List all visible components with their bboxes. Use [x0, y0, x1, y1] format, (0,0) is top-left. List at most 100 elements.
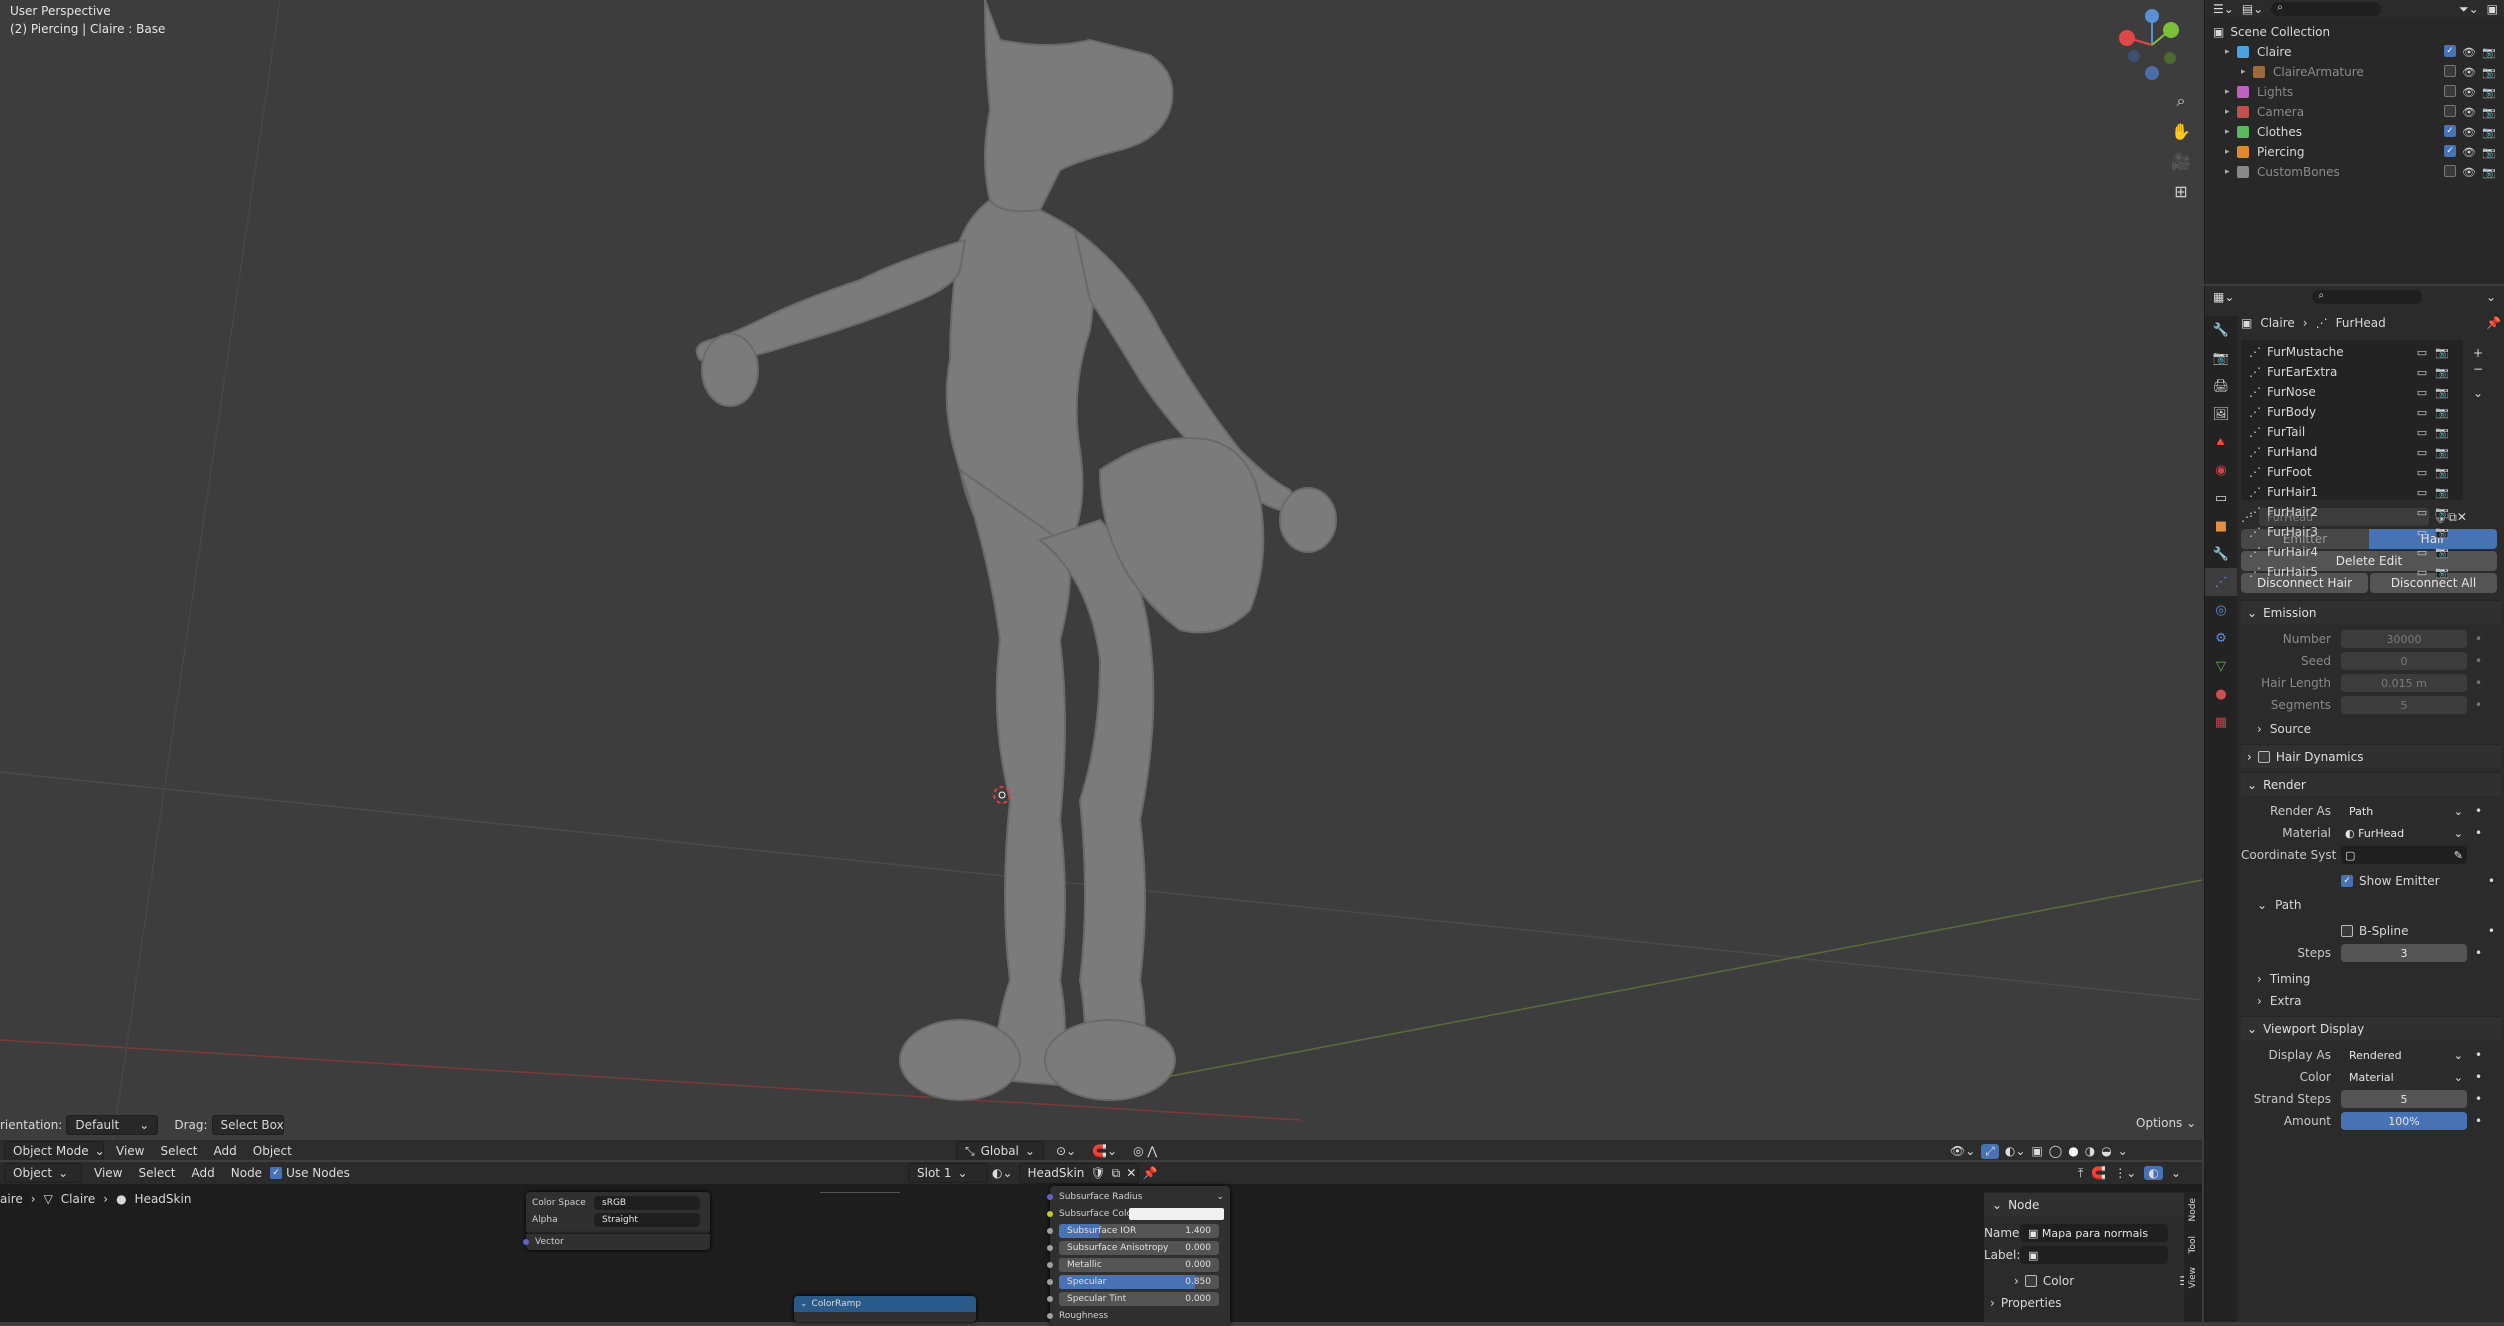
pin-icon[interactable]: 📌: [1143, 1166, 1158, 1180]
chevron-down-icon[interactable]: ⌄: [2118, 1144, 2128, 1158]
particle-system-item[interactable]: ⋰ FurHand ▭ 📷: [2241, 442, 2463, 462]
colorramp-node[interactable]: ⌄ ColorRamp: [794, 1296, 976, 1322]
emission-row-field[interactable]: 30000: [2341, 630, 2467, 648]
keyframe-dot-icon[interactable]: •: [2475, 804, 2482, 818]
include-checkbox[interactable]: [2444, 105, 2456, 117]
3d-viewport[interactable]: User Perspective (2) Piercing | Claire :…: [0, 0, 2202, 1160]
alpha-dropdown[interactable]: Straight: [594, 1212, 700, 1227]
close-icon[interactable]: ✕: [1126, 1166, 1136, 1180]
add-icon[interactable]: +: [2473, 346, 2483, 360]
display-as-dropdown[interactable]: Rendered ⌄: [2341, 1046, 2467, 1064]
outliner-item[interactable]: ▸ ClaireArmature 👁 📷: [2205, 62, 2504, 82]
menu-node[interactable]: Node: [223, 1166, 270, 1180]
disclosure-triangle-icon[interactable]: ▸: [2225, 47, 2237, 57]
particle-system-item[interactable]: ⋰ FurHair2 ▭ 📷: [2241, 502, 2463, 522]
socket[interactable]: [1047, 1210, 1053, 1217]
keyframe-dot-icon[interactable]: •: [2475, 654, 2482, 668]
menu-object[interactable]: Object: [245, 1144, 300, 1158]
viewport-display-icon[interactable]: ▭: [2415, 485, 2429, 499]
keyframe-dot-icon[interactable]: •: [2475, 632, 2482, 646]
proportional-edit-icon[interactable]: ◎ ⋀: [1125, 1144, 1165, 1158]
node-editor[interactable]: Object ⌄ View Select Add Node ✓ Use Node…: [0, 1162, 2202, 1326]
overlay-icon[interactable]: ◐⌄: [2005, 1144, 2026, 1158]
particle-system-item[interactable]: ⋰ FurFoot ▭ 📷: [2241, 462, 2463, 482]
viewport-display-icon[interactable]: ▭: [2415, 565, 2429, 579]
socket[interactable]: [1047, 1244, 1053, 1251]
options-dropdown[interactable]: Options ⌄: [2136, 1116, 2196, 1130]
particle-system-item[interactable]: ⋰ FurHair5 ▭ 📷: [2241, 562, 2463, 582]
menu-view[interactable]: View: [108, 1144, 152, 1158]
viewport-display-panel-header[interactable]: ⌄ Viewport Display: [2241, 1016, 2501, 1040]
use-nodes-checkbox[interactable]: ✓: [270, 1167, 283, 1179]
eye-icon[interactable]: 👁: [2462, 45, 2476, 59]
viewport-display-icon[interactable]: ▭: [2415, 345, 2429, 359]
emission-panel-header[interactable]: ⌄ Emission: [2241, 600, 2501, 624]
fake-user-icon[interactable]: 🛡: [1090, 1166, 1105, 1180]
viewport-display-icon[interactable]: ▭: [2415, 445, 2429, 459]
pan-hand-icon[interactable]: ✋: [2166, 116, 2196, 146]
physics-tab-icon[interactable]: ◎: [2205, 596, 2237, 624]
viewport-display-icon[interactable]: ▭: [2415, 505, 2429, 519]
editor-type-icon[interactable]: ☰⌄: [2213, 2, 2234, 16]
keyframe-dot-icon[interactable]: •: [2488, 924, 2495, 938]
visibility-icon[interactable]: 👁⌄: [1950, 1144, 1975, 1158]
outliner-item[interactable]: ▸ CustomBones 👁 📷: [2205, 162, 2504, 182]
display-mode-icon[interactable]: ▤⌄: [2242, 2, 2263, 16]
particle-system-item[interactable]: ⋰ FurHair4 ▭ 📷: [2241, 542, 2463, 562]
render-icon[interactable]: 📷: [2435, 485, 2449, 499]
chevron-down-icon[interactable]: ⌄: [2473, 386, 2483, 400]
outliner-item[interactable]: ▸ Lights 👁 📷: [2205, 82, 2504, 102]
collection-tab-icon[interactable]: ▭: [2205, 484, 2237, 512]
tab-node[interactable]: Node: [2188, 1198, 2198, 1222]
particle-system-item[interactable]: ⋰ FurEarExtra ▭ 📷: [2241, 362, 2463, 382]
hair-dynamics-panel-header[interactable]: › Hair Dynamics: [2241, 744, 2501, 768]
editor-type-icon[interactable]: ▦⌄: [2213, 290, 2234, 304]
viewport-display-icon[interactable]: ▭: [2415, 525, 2429, 539]
keyframe-dot-icon[interactable]: •: [2488, 874, 2495, 888]
menu-view[interactable]: View: [86, 1166, 130, 1180]
eye-icon[interactable]: 👁: [2462, 145, 2476, 159]
image-texture-node[interactable]: Color Space sRGB Alpha Straight: [526, 1192, 710, 1234]
menu-select[interactable]: Select: [130, 1166, 183, 1180]
disclosure-triangle-icon[interactable]: ▸: [2225, 167, 2237, 177]
eyedropper-icon[interactable]: ✎: [2454, 849, 2463, 862]
scene-collection-row[interactable]: ▣ Scene Collection: [2205, 22, 2504, 42]
include-checkbox[interactable]: [2444, 165, 2456, 177]
material-name-field[interactable]: HeadSkin 🛡 ⧉ ✕: [1018, 1162, 1139, 1184]
camera-icon[interactable]: 📷: [2482, 85, 2496, 99]
filter-icon[interactable]: ⏷⌄: [2459, 2, 2479, 17]
editor-type-dropdown[interactable]: Object ⌄: [4, 1163, 82, 1183]
menu-add[interactable]: Add: [184, 1166, 223, 1180]
color-space-dropdown[interactable]: sRGB: [594, 1195, 700, 1210]
eye-icon[interactable]: 👁: [2462, 165, 2476, 179]
keyframe-dot-icon[interactable]: •: [2475, 946, 2482, 960]
coordinate-system-field[interactable]: ▢ ✎: [2341, 846, 2467, 864]
render-icon[interactable]: 📷: [2435, 505, 2449, 519]
disclosure-triangle-icon[interactable]: ▸: [2225, 87, 2237, 97]
keyframe-dot-icon[interactable]: •: [2475, 1092, 2482, 1106]
disclosure-triangle-icon[interactable]: ▸: [2225, 107, 2237, 117]
eye-icon[interactable]: 👁: [2462, 105, 2476, 119]
search-input[interactable]: ⌕: [2271, 2, 2382, 16]
orientation-dropdown[interactable]: Default ⌄: [66, 1115, 159, 1135]
transform-orientation-dropdown[interactable]: ⤡ Global ⌄: [956, 1140, 1044, 1160]
chevron-down-icon[interactable]: ⌄: [2486, 290, 2496, 304]
disclosure-triangle-icon[interactable]: ▸: [2241, 67, 2253, 77]
render-icon[interactable]: 📷: [2435, 385, 2449, 399]
object-mode-dropdown[interactable]: Object Mode ⌄: [4, 1141, 105, 1160]
texture-tab-icon[interactable]: ▦: [2205, 708, 2237, 736]
zoom-icon[interactable]: ⌕: [2166, 86, 2196, 116]
eye-icon[interactable]: 👁: [2462, 65, 2476, 79]
keyframe-dot-icon[interactable]: •: [2475, 1114, 2482, 1128]
viewport-display-icon[interactable]: ▭: [2415, 365, 2429, 379]
render-icon[interactable]: 📷: [2435, 425, 2449, 439]
world-tab-icon[interactable]: ◉: [2205, 456, 2237, 484]
slot-dropdown[interactable]: Slot 1 ⌄: [908, 1163, 988, 1183]
steps-field[interactable]: 3: [2341, 944, 2467, 962]
bspline-checkbox[interactable]: [2341, 925, 2353, 937]
node-label-field[interactable]: ▣: [2020, 1246, 2168, 1264]
emission-row-field[interactable]: 0.015 m: [2341, 674, 2467, 692]
outliner-item[interactable]: ▸ Claire ✓ 👁 📷: [2205, 42, 2504, 62]
include-checkbox[interactable]: [2444, 85, 2456, 97]
socket[interactable]: [1047, 1193, 1053, 1200]
